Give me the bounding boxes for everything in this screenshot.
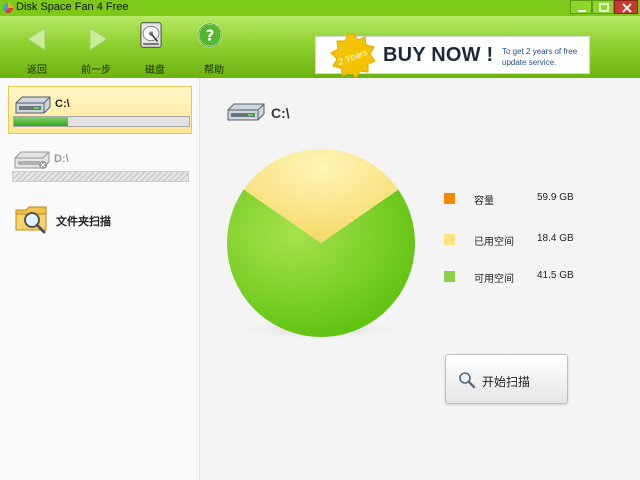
main-panel: C:\ 容量 59.9 GB 已用空间 18.4 GB 可用空间 41.5 GB…: [201, 78, 640, 480]
disk-button[interactable]: 磁盘: [131, 22, 179, 76]
drive-icon: [15, 96, 51, 114]
pie-slices: [227, 149, 415, 337]
help-label: 帮助: [204, 65, 224, 76]
close-icon: [622, 3, 632, 13]
drive-disabled-icon: [14, 151, 50, 169]
start-scan-button[interactable]: 开始扫描: [445, 354, 568, 404]
buy-now-banner[interactable]: 2 Years BUY NOW ! To get 2 years of free…: [315, 33, 590, 79]
drive-item-c[interactable]: C:\: [8, 86, 192, 134]
window-title: Disk Space Fan 4 Free: [16, 1, 129, 13]
folder-scan-item[interactable]: 文件夹扫描: [14, 202, 164, 238]
legend-label: 可用空间: [474, 274, 514, 285]
maximize-button[interactable]: [592, 0, 614, 14]
help-button[interactable]: ? 帮助: [190, 22, 238, 76]
disk-usage-pie-chart: [227, 149, 415, 340]
legend-swatch: [444, 271, 455, 282]
hard-disk-icon: [140, 22, 162, 48]
legend-label: 容量: [474, 196, 494, 207]
legend-value: 18.4 GB: [537, 233, 574, 244]
legend-value: 41.5 GB: [537, 270, 574, 281]
legend-swatch: [444, 234, 455, 245]
forward-label: 前一步: [81, 65, 111, 76]
minimize-icon: [578, 10, 586, 12]
buy-now-text: BUY NOW !: [383, 44, 494, 66]
drive-usage-bar: [13, 116, 190, 127]
drive-icon: [227, 103, 265, 121]
forward-arrow-icon: [89, 27, 108, 51]
help-icon: ?: [197, 22, 223, 48]
close-button[interactable]: [614, 0, 638, 14]
back-arrow-icon: [27, 27, 46, 51]
toolbar: 返回 前一步 磁盘 ? 帮助 2 Years BUY NOW ! To get: [0, 16, 640, 79]
forward-button[interactable]: 前一步: [72, 24, 120, 76]
disk-label: 磁盘: [145, 65, 165, 76]
selected-drive-label: C:\: [271, 105, 290, 121]
folder-search-icon: [15, 206, 47, 234]
drive-name: C:\: [55, 98, 70, 110]
folder-scan-label: 文件夹扫描: [56, 215, 111, 228]
svg-text:?: ?: [206, 26, 215, 44]
legend-label: 已用空间: [474, 237, 514, 248]
legend-value: 59.9 GB: [537, 192, 574, 203]
app-icon: [3, 3, 13, 13]
search-icon: [459, 372, 476, 389]
start-scan-label: 开始扫描: [482, 375, 531, 389]
minimize-button[interactable]: [570, 0, 592, 14]
back-button[interactable]: 返回: [13, 24, 61, 76]
back-label: 返回: [27, 65, 47, 76]
drive-usage-fill: [14, 117, 69, 126]
sidebar: C:\ D:\ 文件夹扫描: [0, 78, 200, 480]
legend-swatch: [444, 193, 455, 204]
drive-name: D:\: [54, 153, 69, 165]
maximize-icon: [599, 3, 609, 12]
drive-item-d[interactable]: D:\: [8, 142, 192, 190]
two-years-badge: 2 Years: [330, 33, 376, 79]
title-bar: Disk Space Fan 4 Free: [0, 0, 640, 16]
drive-usage-bar: [12, 171, 189, 182]
promo-text: To get 2 years of free update service.: [502, 47, 578, 67]
